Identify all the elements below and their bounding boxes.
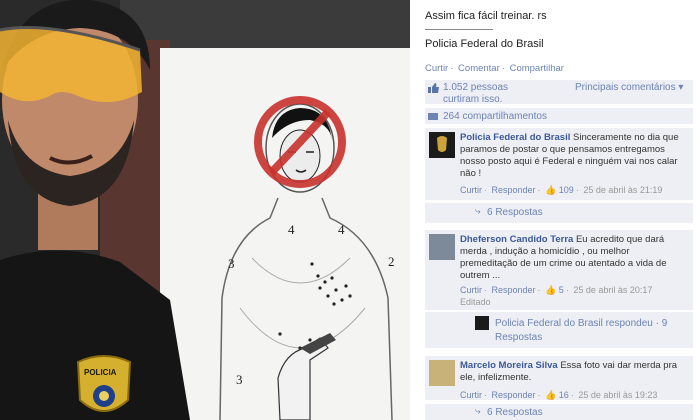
- replies-row[interactable]: ⤷ 6 Respostas: [425, 203, 693, 223]
- comment-like-count[interactable]: 16: [559, 390, 569, 400]
- reply-summary-link[interactable]: Policia Federal do Brasil respondeu · 9 …: [495, 317, 685, 345]
- avatar[interactable]: [429, 234, 455, 260]
- post-text: Assim fica fácil treinar. rs: [425, 10, 547, 22]
- police-badge-icon: POLICIA: [72, 352, 136, 420]
- view-replies-link[interactable]: 6 Respostas: [487, 407, 543, 418]
- replies-row[interactable]: ⤷ 6 Respostas: [425, 404, 693, 420]
- facebook-post-panel: Assim fica fácil treinar. rs Policia Fed…: [410, 0, 699, 420]
- thumbs-up-icon: 👍: [545, 390, 557, 400]
- replies-row[interactable]: Policia Federal do Brasil respondeu · 9 …: [425, 312, 693, 348]
- thumbs-up-icon: 👍: [545, 285, 557, 295]
- comment-meta: Curtir · Responder · 👍 16 · 25 de abril às …: [460, 390, 658, 400]
- comment-meta: Curtir · Responder · 👍 5 · 25 de abril às 2…: [460, 285, 653, 295]
- comment-like-link[interactable]: Curtir: [460, 285, 482, 295]
- edited-label: Editado: [460, 297, 491, 307]
- avatar[interactable]: [429, 360, 455, 386]
- chevron-down-icon: ▾: [678, 82, 684, 93]
- comment-like-count[interactable]: 109: [559, 185, 574, 195]
- comment-action[interactable]: Comentar: [458, 63, 500, 74]
- comment-meta: Curtir · Responder · 👍 109 · 25 de abril às…: [460, 185, 663, 195]
- avatar: [475, 316, 489, 330]
- comment-author[interactable]: Dheferson Candido Terra: [460, 234, 573, 245]
- reply-arrow-icon: ⤷: [475, 206, 481, 217]
- comment-like-link[interactable]: Curtir: [460, 390, 482, 400]
- thumbs-up-icon: 👍: [545, 185, 557, 195]
- comment-body: Dheferson Candido Terra Eu acredito que …: [460, 234, 688, 282]
- badge-label: POLICIA: [84, 368, 117, 377]
- comment-reply-link[interactable]: Responder: [492, 285, 536, 295]
- comment-timestamp[interactable]: 25 de abril às 19:23: [578, 390, 657, 400]
- comment-sort-label: Principais comentários: [575, 82, 676, 93]
- like-action[interactable]: Curtir: [425, 63, 448, 74]
- comment-timestamp[interactable]: 25 de abril às 21:19: [583, 185, 662, 195]
- likes-count[interactable]: 1.052 pessoas curtiram isso.: [443, 82, 543, 106]
- bullet-holes: [278, 262, 352, 350]
- selfie-photo: 4 4 3 2 3 POLICIA: [0, 0, 410, 420]
- comment-author[interactable]: Marcelo Moreira Silva: [460, 360, 558, 371]
- share-icon: [428, 113, 438, 120]
- likes-row: 1.052 pessoas curtiram isso. Principais …: [425, 80, 693, 106]
- avatar[interactable]: [429, 132, 455, 158]
- shares-count[interactable]: 264 compartilhamentos: [443, 111, 547, 122]
- target-zone-number: 3: [228, 256, 235, 271]
- post-page-link[interactable]: Policia Federal do Brasil: [425, 38, 544, 50]
- comment-author[interactable]: Policia Federal do Brasil: [460, 132, 570, 143]
- target-zone-number: 4: [338, 222, 345, 237]
- view-replies-link[interactable]: 6 Respostas: [487, 207, 543, 218]
- thumbs-up-icon: [428, 83, 439, 93]
- comment-like-link[interactable]: Curtir: [460, 185, 482, 195]
- target-zone-number: 4: [288, 222, 295, 237]
- target-zone-number: 3: [236, 372, 243, 387]
- shares-row: 264 compartilhamentos: [425, 108, 693, 124]
- prohibited-sign-icon: [254, 96, 346, 188]
- comment-reply-link[interactable]: Responder: [492, 185, 536, 195]
- comment-body: Policia Federal do Brasil Sinceramente n…: [460, 132, 688, 180]
- reply-arrow-icon: ⤷: [475, 406, 481, 417]
- post-divider: [425, 29, 493, 30]
- comment-sort-dropdown[interactable]: Principais comentários ▾: [575, 82, 683, 93]
- comment-timestamp[interactable]: 25 de abril às 20:17: [573, 285, 652, 295]
- post-actions: Curtir · Comentar · Compartilhar: [425, 63, 564, 74]
- comment-body: Marcelo Moreira Silva Essa foto vai dar …: [460, 360, 688, 384]
- share-action[interactable]: Compartilhar: [510, 63, 564, 74]
- comment-reply-link[interactable]: Responder: [492, 390, 536, 400]
- comment-like-count[interactable]: 5: [559, 285, 564, 295]
- target-zone-number: 2: [388, 254, 395, 269]
